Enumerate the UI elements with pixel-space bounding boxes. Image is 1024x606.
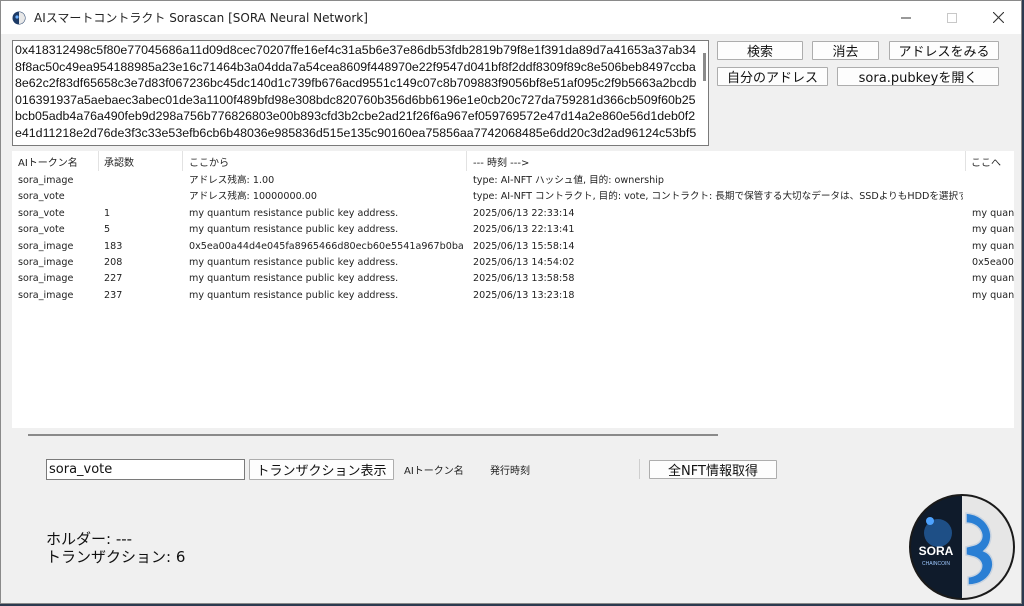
cell-approvals — [104, 173, 178, 189]
table-row[interactable]: sora_vote アドレス残高: 10000000.00 type: AI-NFT… — [12, 189, 1014, 205]
cell-time: 2025/06/13 22:33:14 — [473, 207, 575, 219]
window-title: AIスマートコントラクト Sorascan [SORA Neural Netwo… — [34, 11, 368, 25]
column-header-token[interactable]: AIトークン名 — [18, 151, 78, 171]
token-name-label: AIトークン名 — [404, 466, 464, 477]
cell-approvals — [104, 189, 178, 205]
cell-from: my quantum resistance public key address… — [189, 273, 399, 285]
cell-token: sora_vote — [18, 191, 65, 203]
cell-from: my quantum resistance public key address… — [189, 207, 399, 219]
view-address-button[interactable]: アドレスをみる — [889, 41, 999, 60]
cell-approvals: 1 — [104, 207, 111, 219]
cell-token: sora_image — [18, 175, 74, 186]
cell-from: アドレス残高: 10000000.00 — [189, 191, 317, 203]
cell-from: my quantum resistance public key address… — [189, 257, 399, 268]
column-header-time[interactable]: --- 時刻 ---> — [473, 151, 529, 171]
cell-approvals: 183 — [104, 240, 123, 252]
column-separator[interactable] — [182, 151, 183, 171]
cell-to: my quant — [972, 207, 1014, 219]
table-row[interactable]: sora_vote 5 my quantum resistance public k… — [12, 222, 1014, 238]
issue-time-label: 発行時刻 — [490, 466, 530, 477]
cell-time: type: AI-NFT ハッシュ値, 目的: ownership — [473, 175, 665, 186]
cell-token: sora_image — [18, 257, 74, 268]
my-address-button[interactable]: 自分のアドレス — [717, 67, 828, 86]
cell-time: 2025/06/13 13:23:18 — [473, 289, 575, 301]
transactions-table: AIトークン名 承認数 ここから --- 時刻 ---> ここへ sora_im… — [12, 151, 1014, 437]
token-name-input[interactable]: sora_vote — [46, 459, 245, 480]
cell-token: sora_image — [18, 273, 74, 285]
cell-time: type: AI-NFT コントラクト, 目的: vote, コントラクト: 長… — [473, 191, 963, 203]
get-all-nft-button[interactable]: 全NFT情報取得 — [649, 460, 777, 479]
cell-approvals: 208 — [104, 257, 123, 268]
cell-to: 0x5ea00a — [972, 257, 1014, 268]
app-icon — [12, 11, 26, 24]
cell-token: sora_image — [18, 240, 74, 252]
transaction-count: トランザクション: 6 — [46, 548, 186, 566]
open-pubkey-button[interactable]: sora.pubkeyを開く — [837, 67, 999, 86]
address-text: 0x418312498c5f80e77045686a11d09d8cec7020… — [15, 43, 697, 145]
table-row[interactable]: sora_image 208 my quantum resistance publi… — [12, 255, 1014, 271]
column-separator[interactable] — [98, 151, 99, 171]
cell-token: sora_vote — [18, 224, 65, 236]
logo-bottom-text: CHAINCOIN — [922, 561, 950, 567]
maximize-icon[interactable] — [929, 1, 975, 34]
clear-button[interactable]: 消去 — [812, 41, 879, 60]
cell-from: my quantum resistance public key address… — [189, 224, 399, 236]
column-header-approvals[interactable]: 承認数 — [104, 151, 134, 171]
logo-top-text: SORA — [919, 544, 954, 558]
search-button[interactable]: 検索 — [717, 41, 803, 60]
cell-approvals: 5 — [104, 224, 111, 236]
cell-from: 0x5ea00a44d4e045fa8965466d80ecb60e5541a9… — [189, 240, 464, 252]
cell-from: my quantum resistance public key address… — [189, 289, 399, 301]
table-row[interactable]: sora_image アドレス残高: 1.00 type: AI-NFT ハッシュ値… — [12, 173, 1014, 189]
table-row[interactable]: sora_image 237 my quantum resistance publi… — [12, 288, 1014, 304]
cell-to: my quant — [972, 240, 1014, 252]
address-textarea[interactable]: 0x418312498c5f80e77045686a11d09d8cec7020… — [12, 40, 709, 146]
cell-time: 2025/06/13 15:58:14 — [473, 240, 575, 252]
table-horizontal-scrollbar[interactable] — [12, 428, 1014, 442]
app-window: AIスマートコントラクト Sorascan [SORA Neural Netwo… — [0, 0, 1022, 604]
cell-approvals: 237 — [104, 289, 123, 301]
column-separator[interactable] — [466, 151, 467, 171]
textarea-scrollbar[interactable] — [703, 53, 706, 81]
close-icon[interactable] — [975, 1, 1021, 34]
table-row[interactable]: sora_image 227 my quantum resistance publi… — [12, 271, 1014, 287]
cell-to: my quant — [972, 273, 1014, 285]
cell-approvals: 227 — [104, 273, 123, 285]
divider — [639, 459, 640, 479]
scrollbar-thumb[interactable] — [28, 434, 718, 436]
title-bar: AIスマートコントラクト Sorascan [SORA Neural Netwo… — [1, 1, 1021, 34]
cell-to — [972, 189, 1014, 205]
column-separator[interactable] — [965, 151, 966, 171]
cell-to: my quant — [972, 289, 1014, 301]
table-row[interactable]: sora_vote 1 my quantum resistance public k… — [12, 206, 1014, 222]
cell-time: 2025/06/13 14:54:02 — [473, 257, 575, 268]
cell-token: sora_image — [18, 289, 74, 301]
column-header-to[interactable]: ここへ — [971, 151, 1001, 171]
cell-to: my quant — [972, 224, 1014, 236]
show-transactions-button[interactable]: トランザクション表示 — [249, 459, 394, 480]
cell-time: 2025/06/13 13:58:58 — [473, 273, 575, 285]
column-header-from[interactable]: ここから — [189, 151, 229, 171]
minimize-icon[interactable] — [883, 1, 929, 34]
cell-to — [972, 173, 1014, 189]
table-row[interactable]: sora_image 183 0x5ea00a44d4e045fa8965466d8… — [12, 239, 1014, 255]
cell-token: sora_vote — [18, 207, 65, 219]
cell-from: アドレス残高: 1.00 — [189, 175, 275, 186]
cell-time: 2025/06/13 22:13:41 — [473, 224, 575, 236]
sora-logo: SORA CHAINCOIN — [909, 494, 1015, 600]
